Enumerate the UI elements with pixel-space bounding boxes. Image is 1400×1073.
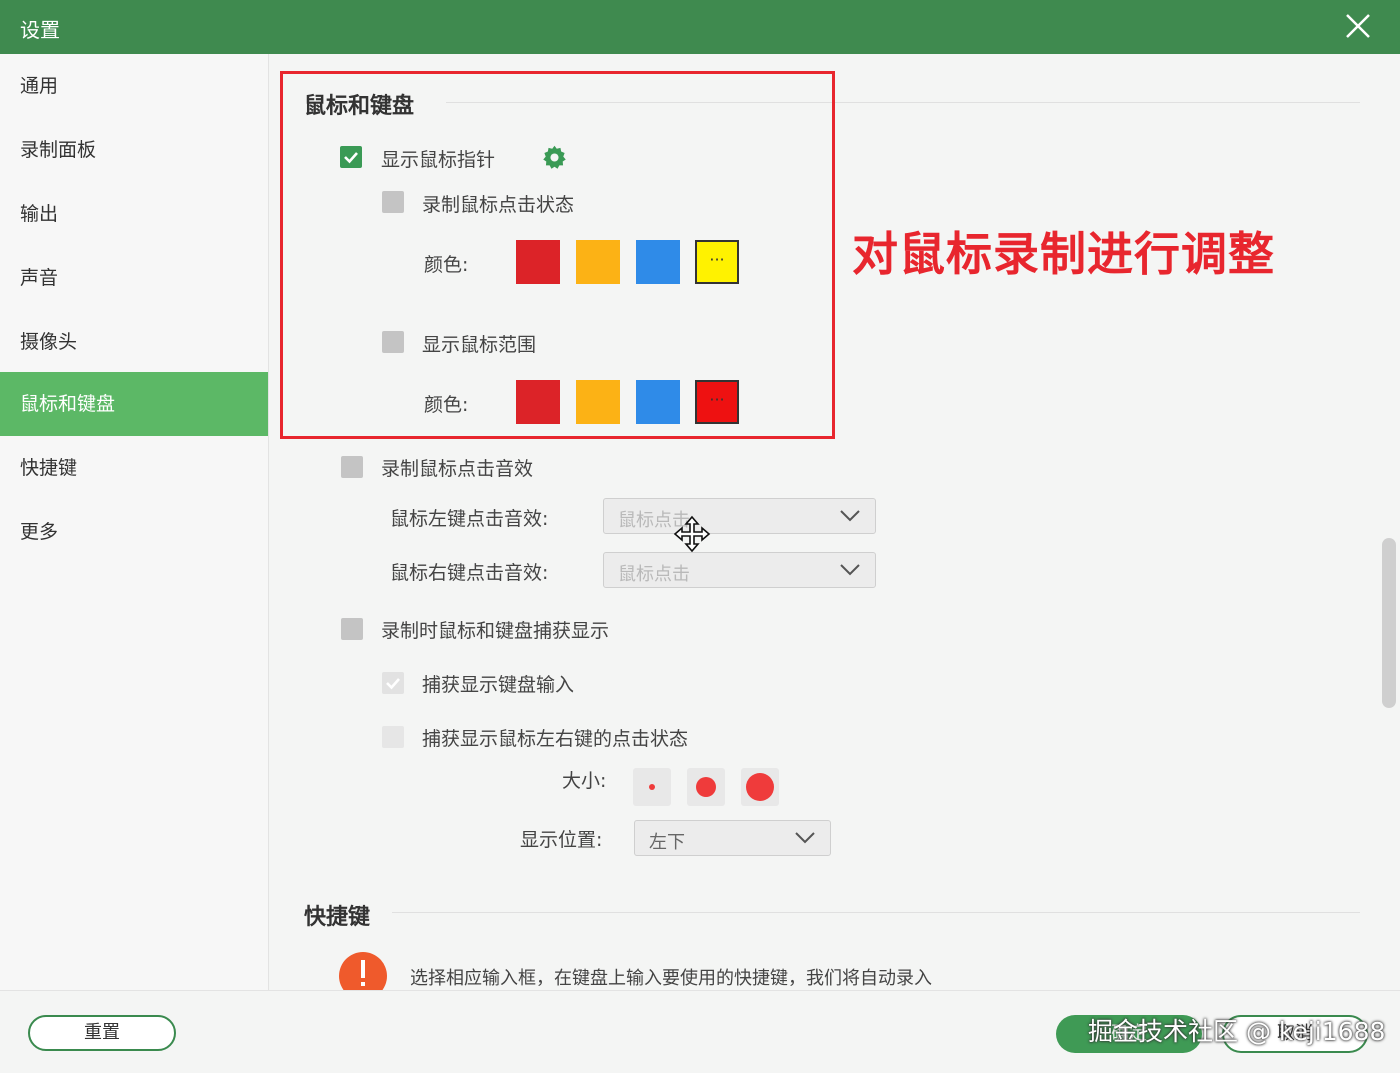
right-sound-select[interactable]: 鼠标点击 bbox=[603, 552, 876, 588]
shortcuts-info-text: 选择相应输入框，在键盘上输入要使用的快捷键，我们将自动录入 bbox=[410, 968, 932, 989]
capture-display-checkbox[interactable] bbox=[341, 618, 363, 640]
position-value: 左下 bbox=[649, 832, 685, 853]
sidebar-item-mouse-keyboard[interactable]: 鼠标和键盘 bbox=[0, 372, 268, 436]
click-sound-checkbox[interactable] bbox=[341, 456, 363, 478]
capture-keyboard-label: 捕获显示键盘输入 bbox=[422, 674, 575, 696]
section-title-shortcuts: 快捷键 bbox=[304, 905, 371, 930]
capture-keyboard-checkbox[interactable] bbox=[382, 672, 404, 694]
large-dot-icon bbox=[746, 773, 774, 801]
sidebar-item-more[interactable]: 更多 bbox=[0, 500, 268, 564]
chevron-down-icon bbox=[840, 564, 860, 576]
sidebar-item-general[interactable]: 通用 bbox=[0, 54, 268, 118]
left-sound-select[interactable]: 鼠标点击 bbox=[603, 498, 876, 534]
click-sound-label: 录制鼠标点击音效 bbox=[381, 458, 534, 480]
move-cursor-icon bbox=[673, 515, 711, 553]
section-divider bbox=[392, 912, 1360, 913]
scrollbar-thumb[interactable] bbox=[1382, 538, 1396, 708]
position-label: 显示位置: bbox=[520, 829, 603, 851]
position-select[interactable]: 左下 bbox=[634, 820, 831, 856]
small-dot-icon bbox=[649, 784, 655, 790]
right-sound-value: 鼠标点击 bbox=[618, 564, 690, 585]
chevron-down-icon bbox=[840, 510, 860, 522]
capture-display-label: 录制时鼠标和键盘捕获显示 bbox=[381, 620, 610, 642]
annotation-text: 对鼠标录制进行调整 bbox=[852, 227, 1275, 281]
sidebar-item-recording-panel[interactable]: 录制面板 bbox=[0, 118, 268, 182]
size-label: 大小: bbox=[562, 770, 607, 792]
settings-sidebar: 通用 录制面板 输出 声音 摄像头 鼠标和键盘 快捷键 更多 bbox=[0, 54, 269, 990]
size-large-button[interactable] bbox=[741, 768, 779, 806]
sidebar-item-output[interactable]: 输出 bbox=[0, 182, 268, 246]
reset-button[interactable]: 重置 bbox=[28, 1015, 176, 1051]
title-bar: 设置 bbox=[0, 0, 1400, 54]
chevron-down-icon bbox=[795, 832, 815, 844]
sidebar-item-camera[interactable]: 摄像头 bbox=[0, 310, 268, 374]
window-title: 设置 bbox=[20, 18, 60, 42]
warning-info-icon bbox=[339, 952, 387, 990]
check-icon bbox=[386, 678, 400, 690]
size-medium-button[interactable] bbox=[687, 768, 725, 806]
left-sound-label: 鼠标左键点击音效: bbox=[390, 508, 549, 530]
capture-clicks-checkbox[interactable] bbox=[382, 726, 404, 748]
right-sound-label: 鼠标右键点击音效: bbox=[390, 562, 549, 584]
highlight-box bbox=[280, 71, 835, 439]
medium-dot-icon bbox=[696, 777, 716, 797]
size-small-button[interactable] bbox=[633, 768, 671, 806]
watermark: 掘金技术社区 @ keji1688 bbox=[1088, 1017, 1386, 1046]
capture-clicks-label: 捕获显示鼠标左右键的点击状态 bbox=[422, 728, 689, 750]
sidebar-item-sound[interactable]: 声音 bbox=[0, 246, 268, 310]
sidebar-item-shortcuts[interactable]: 快捷键 bbox=[0, 436, 268, 500]
close-icon[interactable] bbox=[1344, 12, 1372, 40]
